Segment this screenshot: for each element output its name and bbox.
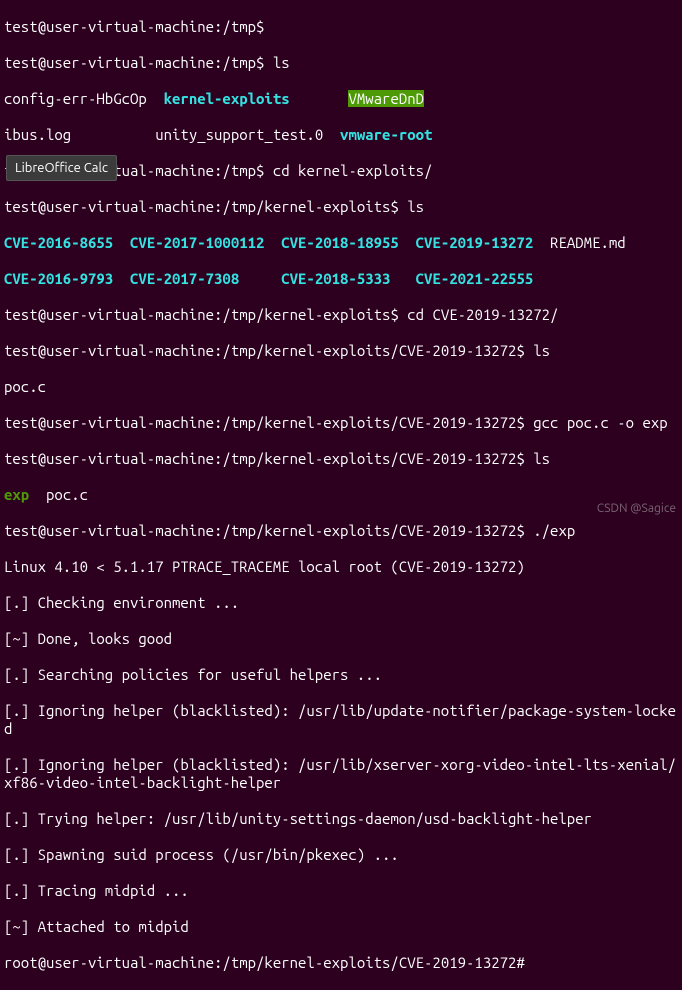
ls-output: poc.c [4, 378, 678, 396]
watermark: CSDN @Sagice [597, 500, 676, 518]
output-line: [.] Spawning suid process (/usr/bin/pkex… [4, 846, 678, 864]
output-line: Linux 4.10 < 5.1.17 PTRACE_TRACEME local… [4, 558, 678, 576]
output-line: [~] Attached to midpid [4, 918, 678, 936]
prompt-line: test@user-virtual-machine:/tmp$ ls [4, 54, 678, 72]
prompt-line: test@user-virtual-machine:/tmp$ [4, 18, 678, 36]
prompt-line: test@user-virtual-machine:/tmp/kernel-ex… [4, 522, 678, 540]
prompt-line: test@user-virtual-machine:/tmp/kernel-ex… [4, 450, 678, 468]
prompt-line: test@user-virtual-machine:/tmp/kernel-ex… [4, 342, 678, 360]
ls-output: CVE-2016-9793 CVE-2017-7308 CVE-2018-533… [4, 270, 678, 288]
output-line: [~] Done, looks good [4, 630, 678, 648]
ls-output: exp poc.c [4, 486, 678, 504]
prompt-line: test@user-virtual-machine:/tmp/kernel-ex… [4, 306, 678, 324]
terminal[interactable]: test@user-virtual-machine:/tmp$ test@use… [0, 0, 682, 990]
output-line: [.] Tracing midpid ... [4, 882, 678, 900]
root-prompt: root@user-virtual-machine:/tmp/kernel-ex… [4, 954, 678, 972]
output-line: [.] Ignoring helper (blacklisted): /usr/… [4, 702, 678, 738]
prompt-line: test@user-virtual-machine:/tmp/kernel-ex… [4, 198, 678, 216]
output-line: [.] Trying helper: /usr/lib/unity-settin… [4, 810, 678, 828]
output-line: [.] Checking environment ... [4, 594, 678, 612]
ls-output: ibus.log unity_support_test.0 vmware-roo… [4, 126, 678, 144]
tooltip-libreoffice-calc: LibreOffice Calc [6, 155, 117, 181]
prompt-line: test@user-virtual-machine:/tmp/kernel-ex… [4, 414, 678, 432]
ls-output: config-err-HbGcOp kernel-exploits VMware… [4, 90, 678, 108]
output-line: [.] Searching policies for useful helper… [4, 666, 678, 684]
output-line: [.] Ignoring helper (blacklisted): /usr/… [4, 756, 678, 792]
ls-output: CVE-2016-8655 CVE-2017-1000112 CVE-2018-… [4, 234, 678, 252]
